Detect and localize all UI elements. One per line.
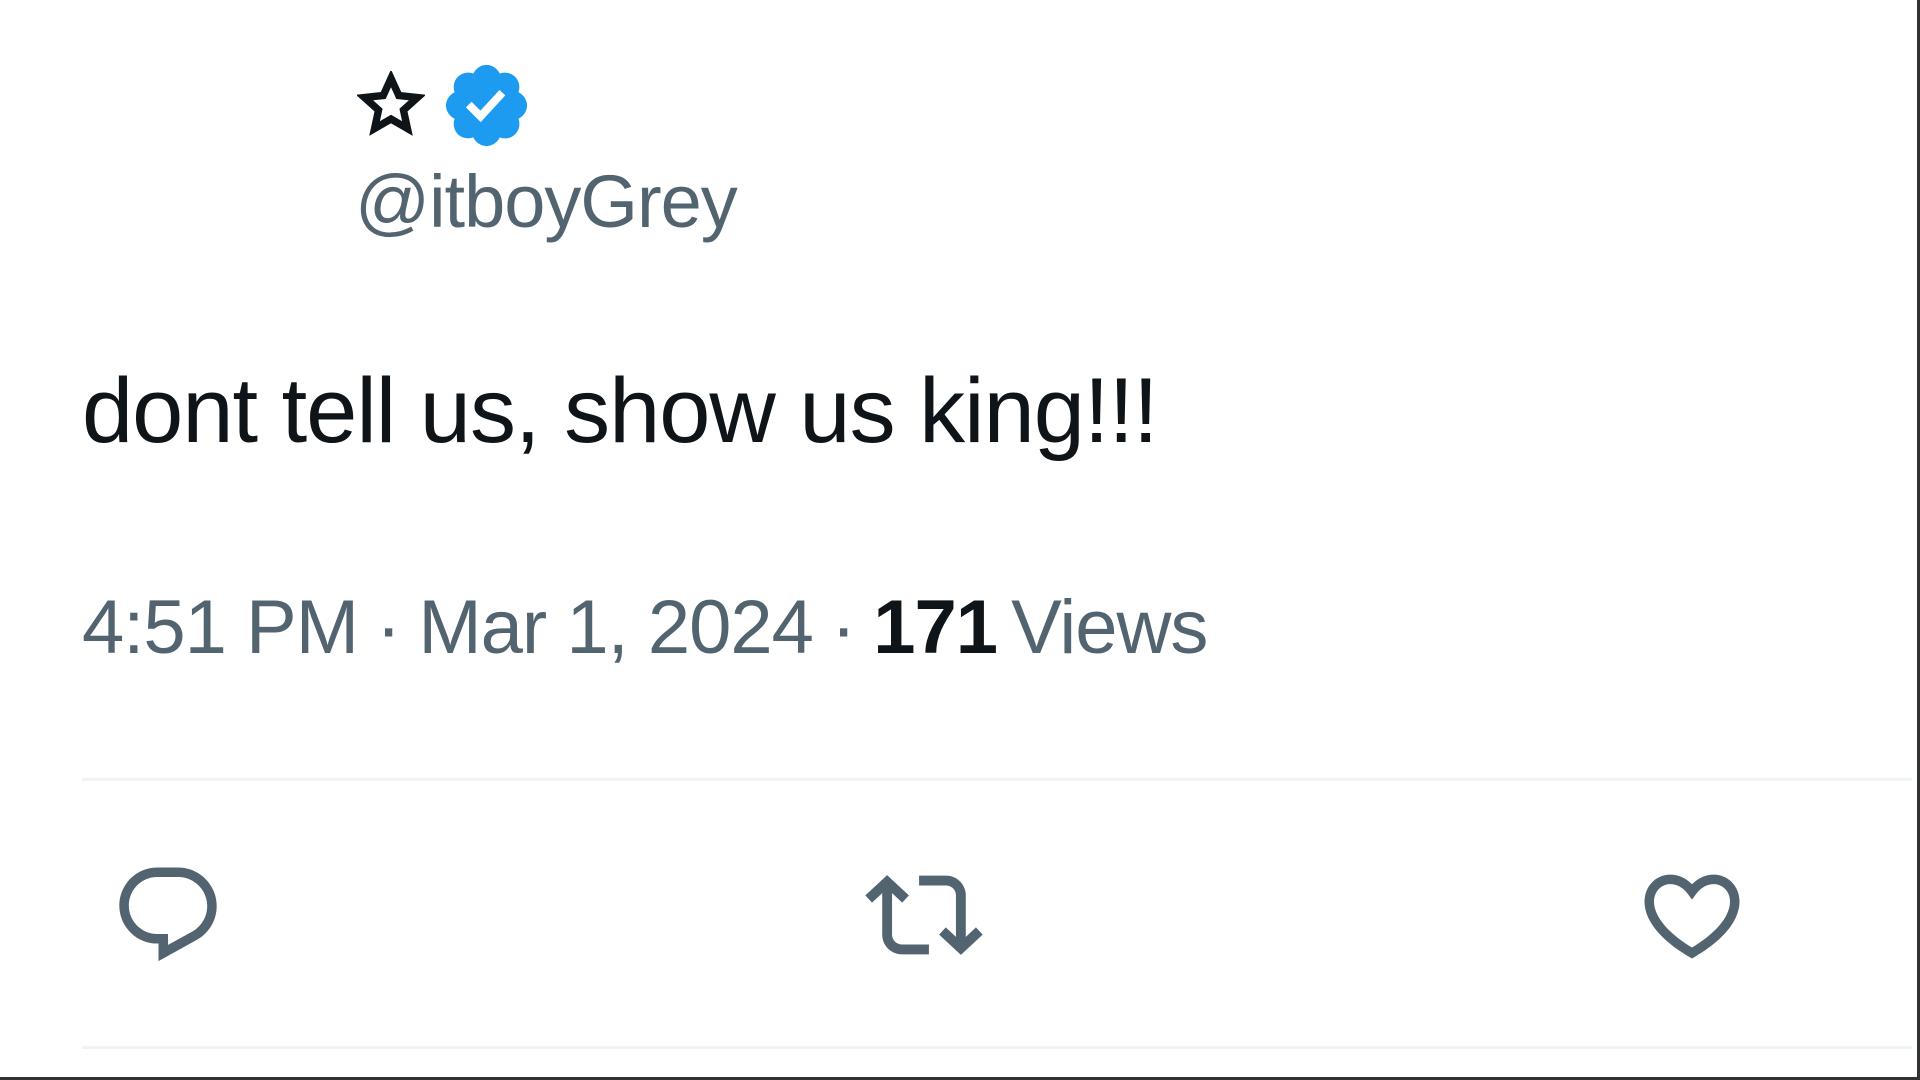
divider	[82, 1046, 1912, 1049]
retweet-button[interactable]	[864, 860, 984, 970]
tweet-time[interactable]: 4:51 PM	[82, 585, 359, 670]
retweet-icon	[865, 875, 983, 955]
tweet-date[interactable]: Mar 1, 2024	[418, 585, 814, 670]
separator-dot: ·	[830, 585, 856, 670]
like-button[interactable]	[1632, 860, 1752, 970]
views-label: Views	[1011, 585, 1208, 670]
tweet-detail: @itboyGrey dont tell us, show us king!!!…	[0, 0, 1920, 1080]
reply-icon	[119, 867, 217, 962]
tweet-metadata: 4:51 PM · Mar 1, 2024 · 171 Views	[82, 590, 1208, 666]
star-icon	[355, 69, 427, 141]
heart-icon	[1644, 874, 1740, 959]
tweet-author[interactable]: @itboyGrey	[355, 55, 738, 239]
reply-button[interactable]	[108, 860, 228, 970]
divider	[82, 778, 1912, 781]
separator-dot: ·	[376, 585, 401, 670]
verified-badge-icon[interactable]	[439, 58, 534, 153]
views-count: 171	[873, 585, 998, 670]
user-handle[interactable]: @itboyGrey	[355, 165, 738, 239]
tweet-text: dont tell us, show us king!!!	[82, 360, 1159, 462]
display-name[interactable]	[355, 55, 737, 155]
